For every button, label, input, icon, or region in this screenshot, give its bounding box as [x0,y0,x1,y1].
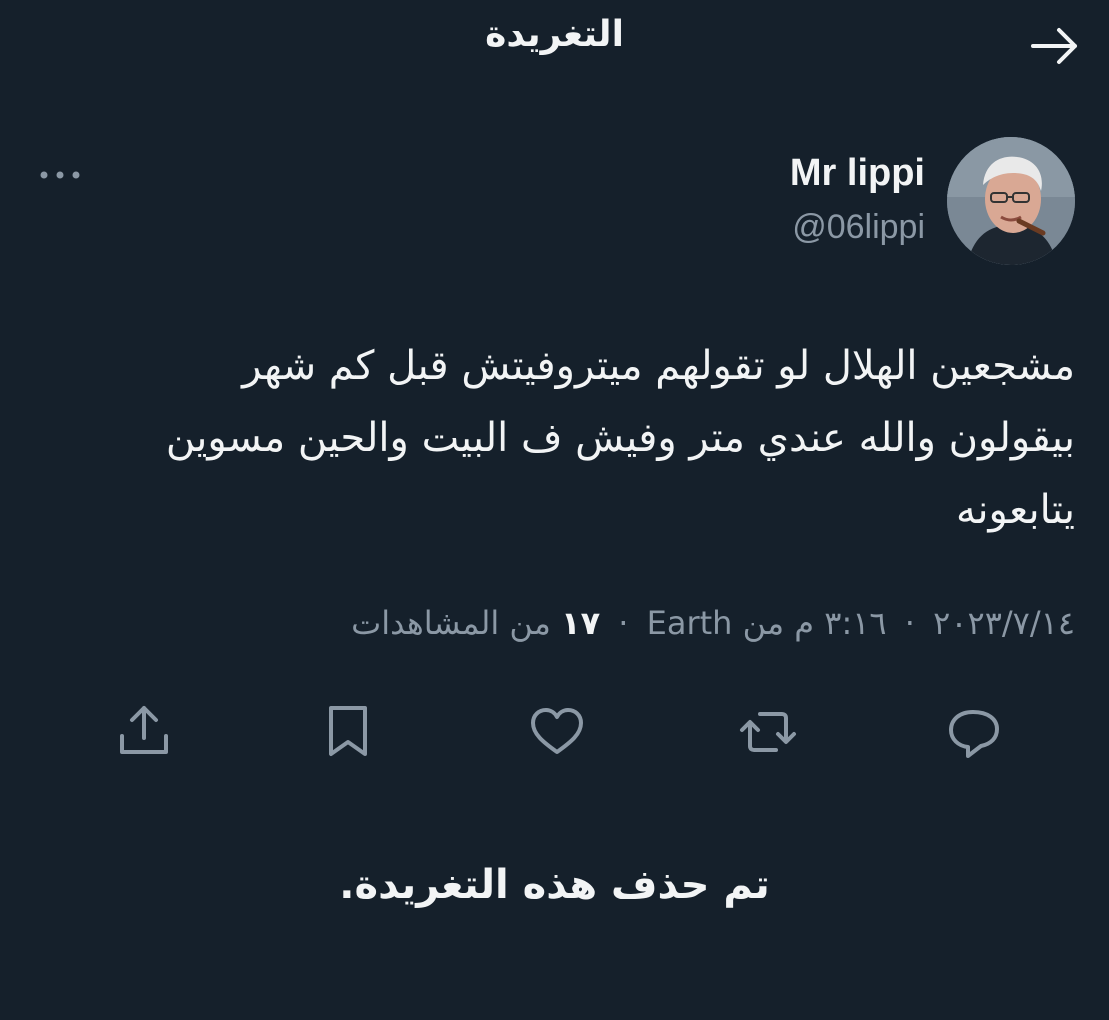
heart-icon [531,708,583,754]
retweet-icon [740,712,796,752]
tweet-date[interactable]: ٢٠٢٣/٧/١٤ [933,604,1075,642]
top-bar: التغريدة [0,0,1109,90]
arrow-right-icon [1031,28,1077,64]
tweet-meta: ٢٠٢٣/٧/١٤ · ٣:١٦ م من Earth · ١٧ من المش… [351,604,1075,642]
more-dots-icon [40,171,80,179]
reply-icon [949,710,999,758]
tweet-time: ٣:١٦ م من [742,604,887,642]
meta-separator: · [618,604,629,642]
page-title: التغريدة [485,14,624,55]
bookmark-button[interactable] [316,696,380,768]
back-button[interactable] [1027,18,1083,74]
like-button[interactable] [525,696,589,768]
views-label: من المشاهدات [351,604,551,642]
tweet-actions [0,696,1109,768]
share-icon [120,706,168,754]
author-handle[interactable]: @06lippi [792,208,925,247]
more-options-button[interactable] [34,160,86,190]
views-count[interactable]: ١٧ [561,604,600,642]
meta-separator: · [904,604,915,642]
bookmark-icon [329,706,367,756]
retweet-button[interactable] [736,696,800,768]
deleted-notice: تم حذف هذه التغريدة. [339,862,770,908]
reply-button[interactable] [941,696,1005,768]
tweet-text: مشجعين الهلال لو تقولهم ميتروفيتش قبل كم… [165,343,1075,533]
author-display-name[interactable]: Mr lippi [790,152,925,195]
share-button[interactable] [112,696,176,768]
avatar[interactable] [947,137,1075,265]
tweet-source: Earth [646,604,733,642]
avatar-photo [947,137,1075,265]
